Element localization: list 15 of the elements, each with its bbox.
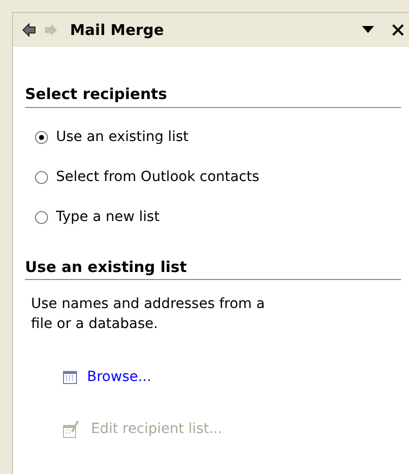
radio-option[interactable]: Use an existing list [35, 128, 401, 148]
radio-button[interactable] [35, 171, 48, 184]
table-pen-icon [63, 419, 81, 439]
radio-button[interactable] [35, 211, 48, 224]
back-button[interactable] [22, 23, 36, 37]
close-button[interactable] [391, 23, 405, 37]
radio-button[interactable] [35, 131, 48, 144]
browse-link[interactable]: Browse... [63, 366, 401, 388]
table-icon [63, 370, 77, 384]
section-heading: Select recipients [25, 83, 401, 108]
radio-option[interactable]: Select from Outlook contacts [35, 168, 401, 188]
description-text: Use names and addresses from a file or a database. [30, 295, 266, 334]
radio-option[interactable]: Type a new list [35, 208, 401, 228]
section-heading: Use an existing list [25, 256, 401, 280]
pane-title: Mail Merge [70, 20, 165, 41]
